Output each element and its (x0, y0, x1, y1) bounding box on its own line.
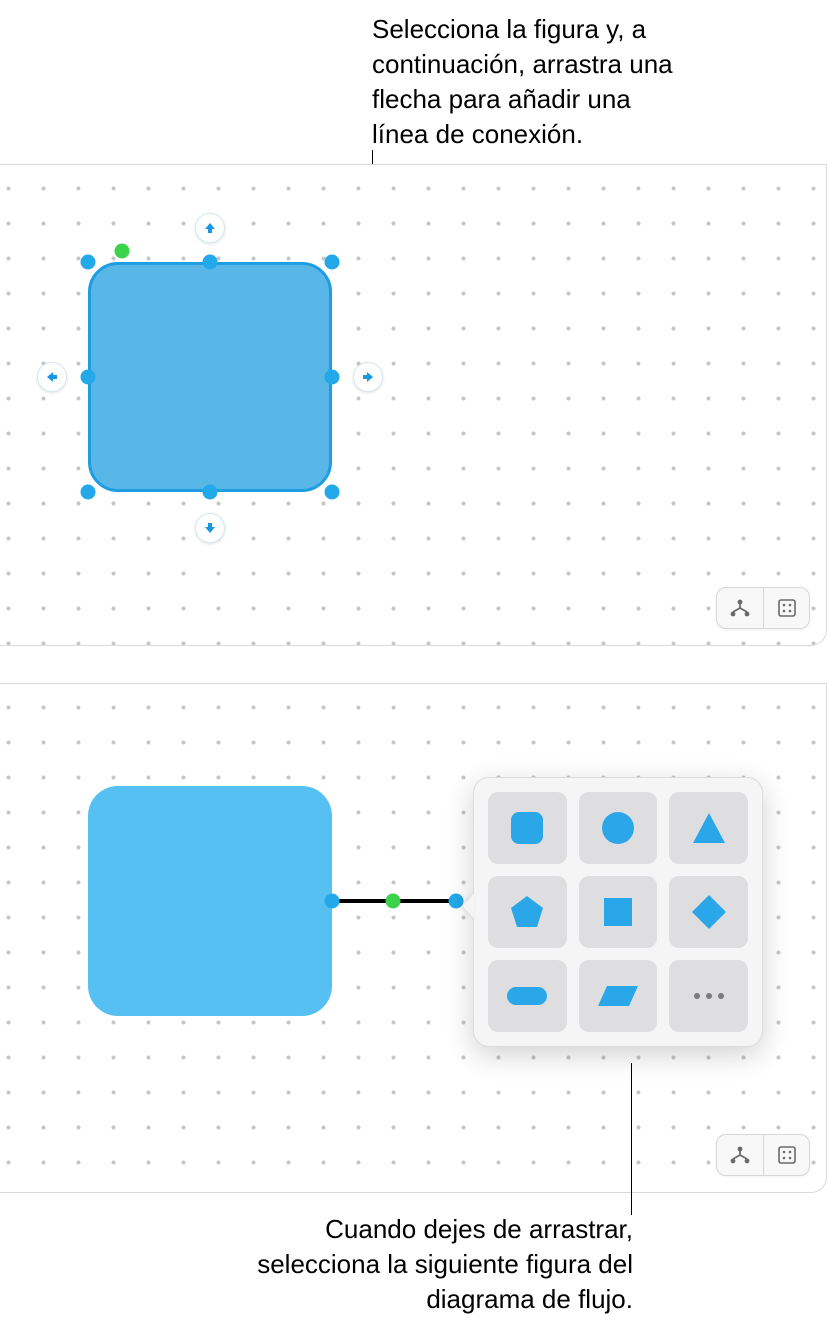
sel-handle-tl[interactable] (81, 255, 96, 270)
rounded-square-icon (507, 808, 547, 848)
arrow-up-icon (203, 221, 217, 235)
sel-handle-ml[interactable] (81, 370, 96, 385)
connector-arrow-up[interactable] (195, 213, 225, 243)
shape-option-diamond[interactable] (669, 876, 748, 948)
shape[interactable] (88, 786, 332, 1016)
sel-handle-corner-radius[interactable] (115, 244, 130, 259)
square-icon (598, 892, 638, 932)
pentagon-icon (507, 892, 547, 932)
parallelogram-icon (595, 976, 641, 1016)
arrow-right-icon (361, 370, 375, 384)
triangle-icon (689, 808, 729, 848)
grid-icon (777, 598, 797, 618)
diamond-icon (689, 892, 729, 932)
sel-handle-mr[interactable] (325, 370, 340, 385)
shape-picker-popover (473, 777, 763, 1047)
shape-option-pentagon[interactable] (488, 876, 567, 948)
connector-arrow-down[interactable] (195, 513, 225, 543)
callout-bottom-leader (631, 1063, 632, 1215)
shape-option-triangle[interactable] (669, 792, 748, 864)
canvas-step-2 (0, 683, 827, 1193)
arrow-down-icon (203, 521, 217, 535)
sel-handle-tr[interactable] (325, 255, 340, 270)
toolbar-grid-button[interactable] (763, 1135, 809, 1175)
shape-option-pill[interactable] (488, 960, 567, 1032)
callout-bottom-text: Cuando dejes de arrastrar, selecciona la… (246, 1212, 633, 1317)
connector-icon (729, 1145, 751, 1165)
arrow-left-icon (45, 370, 59, 384)
shape-option-parallelogram[interactable] (579, 960, 658, 1032)
canvas-toolbar (716, 1134, 810, 1176)
sel-handle-bl[interactable] (81, 485, 96, 500)
callout-top-text: Selecciona la figura y, a continuación, … (372, 12, 692, 152)
connector-arrow-right[interactable] (353, 362, 383, 392)
circle-icon (598, 808, 638, 848)
connector-endpoint-start[interactable] (325, 894, 340, 909)
selected-shape[interactable] (88, 262, 332, 492)
sel-handle-bc[interactable] (203, 485, 218, 500)
canvas-step-1 (0, 164, 827, 646)
toolbar-grid-button[interactable] (763, 588, 809, 628)
connector-midpoint[interactable] (386, 894, 401, 909)
connector-arrow-left[interactable] (37, 362, 67, 392)
shape-option-circle[interactable] (579, 792, 658, 864)
shape-option-square[interactable] (579, 876, 658, 948)
shape-option-more[interactable] (669, 960, 748, 1032)
sel-handle-tc[interactable] (203, 255, 218, 270)
toolbar-connector-button[interactable] (717, 1135, 763, 1175)
sel-handle-br[interactable] (325, 485, 340, 500)
canvas-toolbar (716, 587, 810, 629)
toolbar-connector-button[interactable] (717, 588, 763, 628)
shape-option-rounded-square[interactable] (488, 792, 567, 864)
grid-icon (777, 1145, 797, 1165)
more-icon (692, 991, 726, 1001)
connector-icon (729, 598, 751, 618)
pill-icon (504, 976, 550, 1016)
